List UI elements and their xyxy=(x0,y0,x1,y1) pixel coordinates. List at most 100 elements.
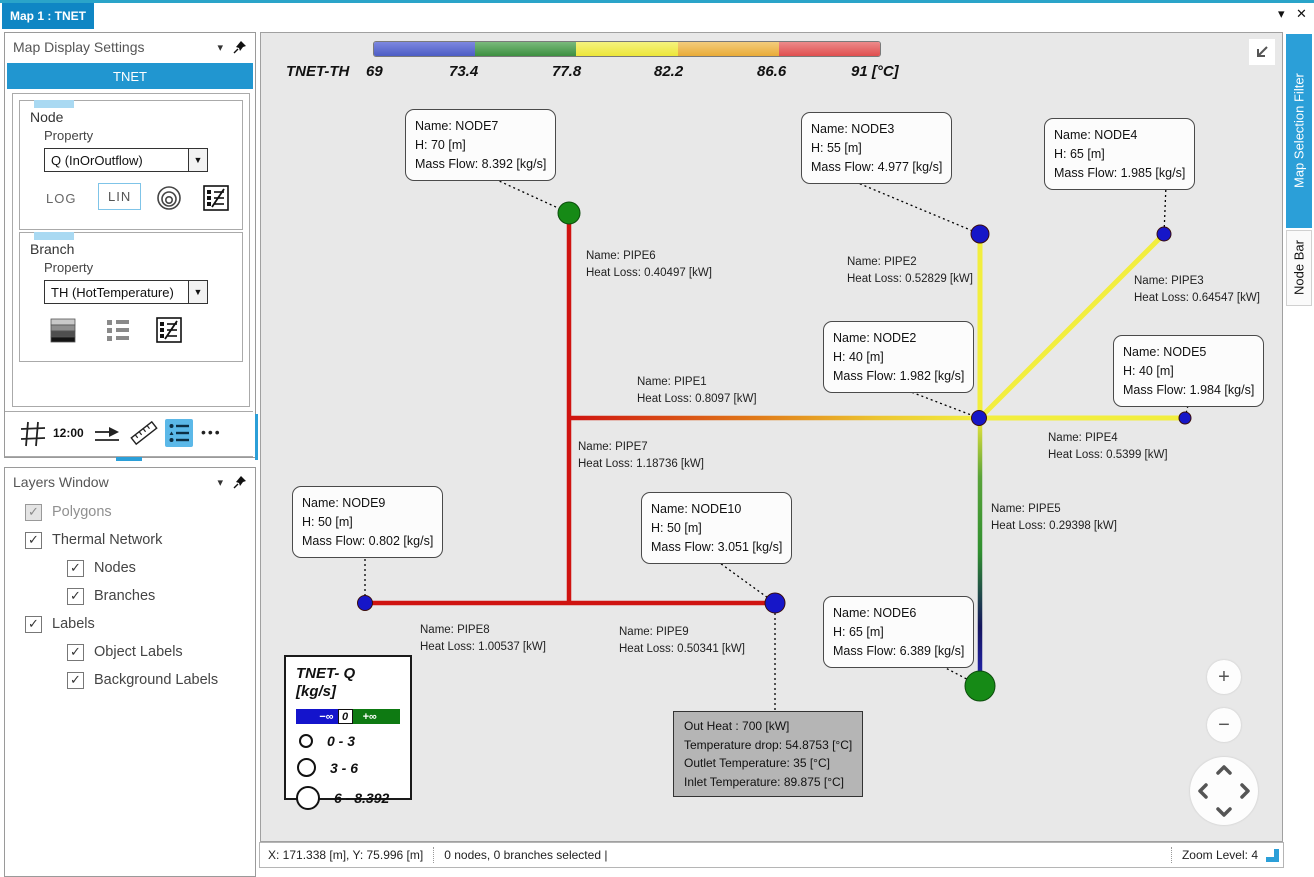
layers-window-title: Layers Window xyxy=(13,474,109,490)
polygons-checkbox[interactable]: ✓ xyxy=(25,504,42,521)
layer-row-nodes: ✓ Nodes xyxy=(67,558,136,578)
toolbar-more-button[interactable]: ••• xyxy=(201,424,222,440)
node3[interactable] xyxy=(971,225,989,243)
tnet-button[interactable]: TNET xyxy=(7,63,253,89)
nodes-label: Nodes xyxy=(94,560,136,576)
selection-status: 0 nodes, 0 branches selected | xyxy=(444,848,607,862)
branch-gradient-icon[interactable] xyxy=(50,317,76,343)
map-tab[interactable]: Map 1 : TNET xyxy=(2,3,94,29)
node4-label-box[interactable]: Name: NODE4 H: 65 [m] Mass Flow: 1.985 [… xyxy=(1044,118,1195,190)
background-labels-checkbox[interactable]: ✓ xyxy=(67,672,84,689)
flow-direction-icon[interactable] xyxy=(93,420,123,448)
node9-label-box[interactable]: Name: NODE9 H: 50 [m] Mass Flow: 0.802 [… xyxy=(292,486,443,558)
q-size-medium-label: 3 - 6 xyxy=(330,760,358,776)
node7-label-box[interactable]: Name: NODE7 H: 70 [m] Mass Flow: 8.392 [… xyxy=(405,109,556,181)
map-canvas[interactable]: TNET-TH 69 73.4 77.8 82.2 86.6 91 [°C] xyxy=(260,32,1283,842)
node5-name: Name: NODE5 xyxy=(1123,345,1206,359)
tab-map-selection-filter[interactable]: Map Selection Filter xyxy=(1286,34,1312,228)
branch-list-icon[interactable] xyxy=(105,317,131,343)
ruler-icon[interactable] xyxy=(129,418,159,448)
leader-node10 xyxy=(713,558,775,603)
node5-label-box[interactable]: Name: NODE5 H: 40 [m] Mass Flow: 1.984 [… xyxy=(1113,335,1264,407)
node-group-label: Node xyxy=(30,109,63,125)
node-size-rings-icon[interactable] xyxy=(155,185,183,211)
window-menu-caret-icon[interactable]: ▾ xyxy=(1278,6,1285,22)
node5[interactable] xyxy=(1179,412,1191,424)
node2[interactable] xyxy=(972,411,987,426)
resize-grip-icon[interactable] xyxy=(1266,849,1279,862)
outlet-temperature-line: Outlet Temperature: 35 [°C] xyxy=(684,756,830,770)
pin-icon[interactable] xyxy=(233,475,247,489)
temperature-drop-line: Temperature drop: 54.8753 [°C] xyxy=(684,738,852,752)
node-property-label: Property xyxy=(44,128,93,143)
labels-checkbox[interactable]: ✓ xyxy=(25,616,42,633)
pipe5-label: Name: PIPE5Heat Loss: 0.29398 [kW] xyxy=(991,501,1117,534)
time-label-button[interactable]: 12:00 xyxy=(53,426,84,440)
leader-node3 xyxy=(846,178,980,234)
q-size-small-icon xyxy=(299,734,313,748)
node6-label-box[interactable]: Name: NODE6 H: 65 [m] Mass Flow: 6.389 [… xyxy=(823,596,974,668)
node7-massflow: Mass Flow: 8.392 [kg/s] xyxy=(415,157,546,171)
out-heat-line: Out Heat : 700 [kW] xyxy=(684,719,789,733)
thermal-network-checkbox[interactable]: ✓ xyxy=(25,532,42,549)
q-size-large-icon xyxy=(296,786,320,810)
pipe9-label: Name: PIPE9Heat Loss: 0.50341 [kW] xyxy=(619,624,745,657)
node-settings-group: Node Property Q (InOrOutflow) ▼ LOG LIN xyxy=(19,100,243,230)
zoom-out-button[interactable]: − xyxy=(1207,708,1241,742)
branches-checkbox[interactable]: ✓ xyxy=(67,588,84,605)
status-separator xyxy=(433,847,434,863)
branches-label: Branches xyxy=(94,588,155,604)
node4[interactable] xyxy=(1157,227,1171,241)
log-scale-button[interactable]: LOG xyxy=(46,191,76,206)
display-settings-group: Node Property Q (InOrOutflow) ▼ LOG LIN xyxy=(12,93,250,407)
layer-row-labels: ✓ Labels xyxy=(25,614,95,634)
node9-h: H: 50 [m] xyxy=(302,515,353,529)
pan-control[interactable] xyxy=(1190,757,1258,825)
node-legend-edit-icon[interactable] xyxy=(203,185,229,211)
out-heat-info-box[interactable]: Out Heat : 700 [kW] Temperature drop: 54… xyxy=(673,711,863,797)
node6[interactable] xyxy=(965,671,995,701)
branch-group-label: Branch xyxy=(30,241,74,257)
map-display-settings-title: Map Display Settings xyxy=(13,39,145,55)
node7-h: H: 70 [m] xyxy=(415,138,466,152)
node10-name: Name: NODE10 xyxy=(651,502,741,516)
tab-node-bar[interactable]: Node Bar xyxy=(1286,230,1312,306)
object-labels-checkbox[interactable]: ✓ xyxy=(67,644,84,661)
pipe6-label: Name: PIPE6Heat Loss: 0.40497 [kW] xyxy=(586,248,712,281)
layer-row-background-labels: ✓ Background Labels xyxy=(67,670,218,690)
labels-list-icon[interactable] xyxy=(165,419,193,447)
window-close-icon[interactable]: ✕ xyxy=(1296,6,1307,22)
node3-label-box[interactable]: Name: NODE3 H: 55 [m] Mass Flow: 4.977 [… xyxy=(801,112,952,184)
panel-collapse-caret-icon[interactable]: ▾ xyxy=(217,476,223,489)
map-toolbar: 12:00 xyxy=(5,411,253,457)
pin-icon[interactable] xyxy=(233,40,247,54)
branch-legend-edit-icon[interactable] xyxy=(156,317,182,343)
lin-scale-button[interactable]: LIN xyxy=(98,183,141,210)
pan-down-icon xyxy=(1218,809,1230,815)
node-property-select[interactable]: Q (InOrOutflow) ▼ xyxy=(44,148,208,172)
node2-label-box[interactable]: Name: NODE2 H: 40 [m] Mass Flow: 1.982 [… xyxy=(823,321,974,393)
nodes-checkbox[interactable]: ✓ xyxy=(67,560,84,577)
node10-label-box[interactable]: Name: NODE10 H: 50 [m] Mass Flow: 3.051 … xyxy=(641,492,792,564)
sidebar-resize-handle[interactable] xyxy=(255,414,258,460)
app-window: Map 1 : TNET ▾ ✕ Map Display Settings ▾ … xyxy=(0,0,1314,877)
thermal-network-label: Thermal Network xyxy=(52,532,162,548)
zoom-in-button[interactable]: + xyxy=(1207,660,1241,694)
node2-name: Name: NODE2 xyxy=(833,331,916,345)
status-bar: X: 171.338 [m], Y: 75.996 [m] 0 nodes, 0… xyxy=(259,842,1284,868)
zoom-level-label: Zoom Level: 4 xyxy=(1182,848,1258,862)
q-zero-box: 0 xyxy=(338,709,353,724)
node10[interactable] xyxy=(765,593,785,613)
node7[interactable] xyxy=(558,202,580,224)
node3-name: Name: NODE3 xyxy=(811,122,894,136)
panel-collapse-caret-icon[interactable]: ▾ xyxy=(217,41,223,54)
q-size-small-label: 0 - 3 xyxy=(327,733,355,749)
node7-name: Name: NODE7 xyxy=(415,119,498,133)
node9[interactable] xyxy=(358,596,373,611)
node6-name: Name: NODE6 xyxy=(833,606,916,620)
pipe2-label: Name: PIPE2Heat Loss: 0.52829 [kW] xyxy=(847,254,973,287)
panel-splitter-handle[interactable] xyxy=(116,457,142,461)
grid-icon[interactable] xyxy=(19,420,47,448)
node9-name: Name: NODE9 xyxy=(302,496,385,510)
branch-property-select[interactable]: TH (HotTemperature) ▼ xyxy=(44,280,208,304)
